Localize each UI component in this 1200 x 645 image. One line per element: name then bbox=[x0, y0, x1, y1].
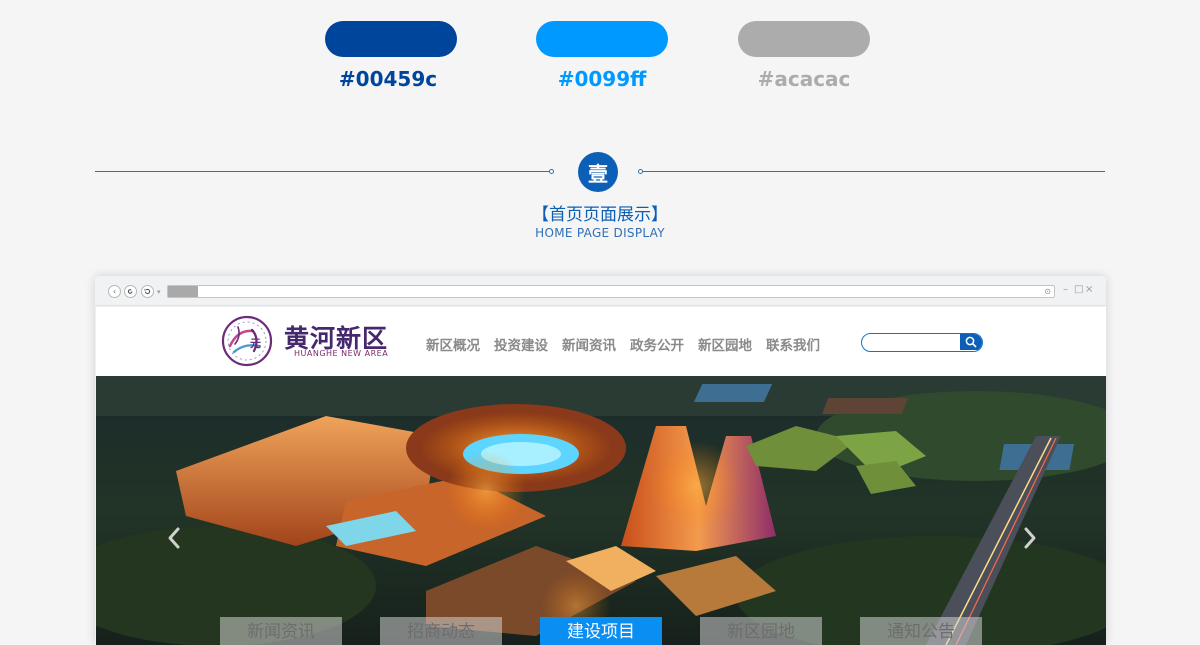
site-header: 元 黄河新区 HUANGHE NEW AREA 新区概况 投资建设 新闻资讯 政… bbox=[96, 307, 1106, 376]
tab-notices[interactable]: 通知公告 bbox=[860, 617, 982, 645]
divider-left-dot bbox=[549, 169, 554, 174]
section-subtitle: HOME PAGE DISPLAY bbox=[535, 226, 665, 240]
swatch-gray-label: #acacac bbox=[757, 67, 851, 91]
search-button[interactable] bbox=[960, 334, 982, 350]
swatch-dark-blue bbox=[325, 21, 457, 57]
divider-right-dot bbox=[638, 169, 643, 174]
tab-construction-projects[interactable]: 建设项目 bbox=[540, 617, 662, 645]
maximize-icon[interactable]: □ bbox=[1074, 284, 1083, 296]
address-bar-stop-icon[interactable]: ⊙ bbox=[1044, 287, 1051, 296]
banner-prev-arrow[interactable] bbox=[162, 516, 186, 560]
tab-investment-news[interactable]: 招商动态 bbox=[380, 617, 502, 645]
search-icon bbox=[965, 336, 977, 348]
section-number-badge: 壹 bbox=[578, 152, 618, 192]
browser-toolbar: ‹ ▾ ⊙ – □ × bbox=[95, 276, 1106, 306]
logo-emblem-icon[interactable]: 元 bbox=[221, 315, 273, 367]
swatch-dark-blue-label: #00459c bbox=[338, 67, 438, 91]
browser-window: ‹ ▾ ⊙ – □ × 元 黄河新区 HUANGHE NEW AREA 新区概况… bbox=[95, 276, 1106, 645]
banner-image bbox=[96, 376, 1106, 645]
tab-news[interactable]: 新闻资讯 bbox=[220, 617, 342, 645]
banner-next-arrow[interactable] bbox=[1018, 516, 1042, 560]
forward-icon[interactable] bbox=[124, 285, 137, 298]
back-icon[interactable]: ‹ bbox=[108, 285, 121, 298]
swatch-gray bbox=[738, 21, 870, 57]
refresh-icon[interactable] bbox=[141, 285, 154, 298]
dropdown-chevron-icon[interactable]: ▾ bbox=[157, 286, 161, 298]
nav-item-government[interactable]: 政务公开 bbox=[630, 334, 684, 354]
address-bar[interactable]: ⊙ bbox=[167, 285, 1055, 298]
site-logo-subtitle: HUANGHE NEW AREA bbox=[294, 349, 389, 358]
divider-right bbox=[641, 171, 1105, 172]
swatch-light-blue bbox=[536, 21, 668, 57]
minimize-icon[interactable]: – bbox=[1063, 284, 1068, 296]
tab-garden[interactable]: 新区园地 bbox=[700, 617, 822, 645]
search-input[interactable] bbox=[862, 334, 960, 350]
nav-item-overview[interactable]: 新区概况 bbox=[426, 334, 480, 354]
divider-left bbox=[95, 171, 551, 172]
main-nav: 新区概况 投资建设 新闻资讯 政务公开 新区园地 联系我们 bbox=[426, 334, 820, 354]
hero-banner: 新闻资讯 招商动态 建设项目 新区园地 通知公告 bbox=[96, 376, 1106, 645]
nav-item-news[interactable]: 新闻资讯 bbox=[562, 334, 616, 354]
nav-item-contact[interactable]: 联系我们 bbox=[766, 334, 820, 354]
address-bar-favicon bbox=[168, 286, 198, 297]
close-icon[interactable]: × bbox=[1085, 284, 1093, 296]
svg-text:元: 元 bbox=[250, 337, 261, 350]
chevron-left-icon bbox=[168, 527, 180, 549]
banner-tabs: 新闻资讯 招商动态 建设项目 新区园地 通知公告 bbox=[220, 617, 982, 645]
nav-item-garden[interactable]: 新区园地 bbox=[698, 334, 752, 354]
swatch-light-blue-label: #0099ff bbox=[557, 67, 647, 91]
search-box bbox=[861, 333, 983, 352]
chevron-right-icon bbox=[1024, 527, 1036, 549]
nav-item-investment[interactable]: 投资建设 bbox=[494, 334, 548, 354]
section-title: 【首页页面展示】 bbox=[532, 205, 668, 225]
